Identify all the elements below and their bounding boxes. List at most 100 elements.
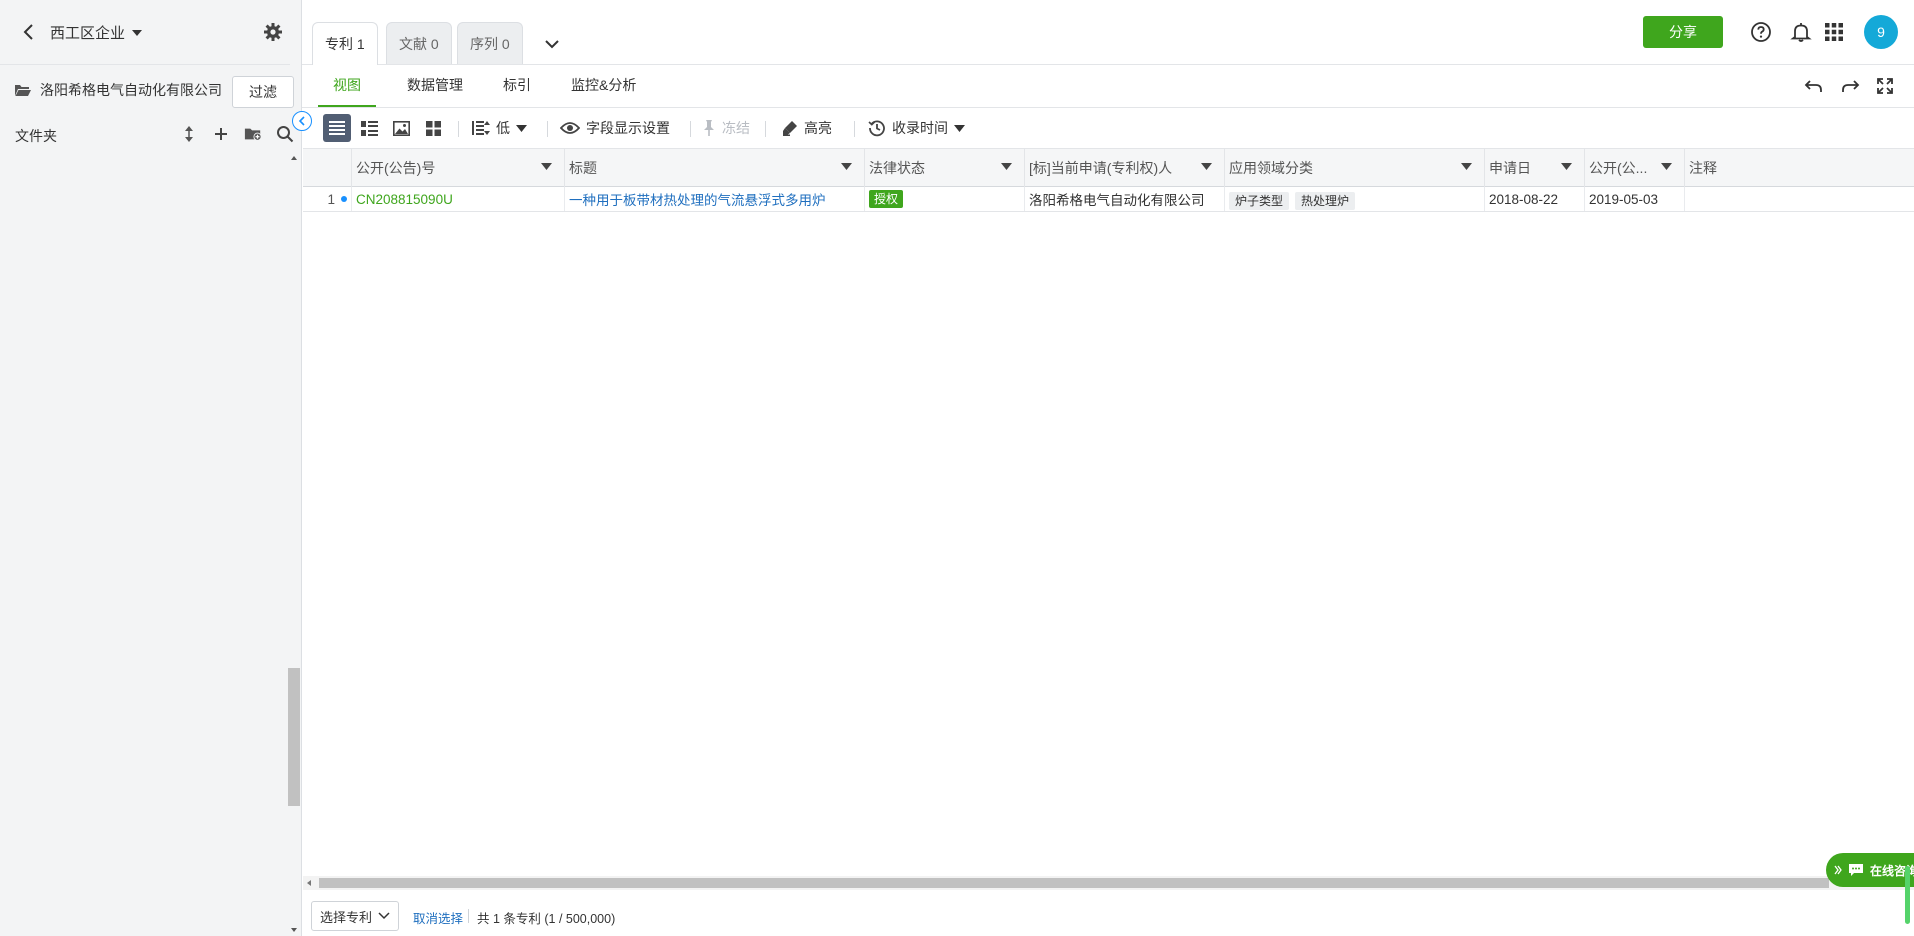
online-consult-button[interactable]: 在线咨询 [1826, 853, 1914, 887]
share-button[interactable]: 分享 [1643, 16, 1723, 48]
horizontal-scroll-thumb[interactable] [319, 878, 1829, 888]
title-link[interactable]: 一种用于板带材热处理的气流悬浮式多用炉 [569, 189, 826, 209]
field-tag: 热处理炉 [1295, 192, 1356, 210]
column-menu-icon[interactable] [1001, 163, 1012, 170]
scroll-left-arrow-icon[interactable] [305, 879, 313, 887]
pin-icon [704, 120, 714, 136]
column-header-notes[interactable]: 注释 [1685, 149, 1914, 187]
publication-date-cell: 2019-05-03 [1585, 187, 1685, 211]
folder-open-icon [14, 83, 32, 97]
density-value: 低 [496, 120, 510, 136]
column-header-applicant[interactable]: [标]当前申请(专利权)人 [1025, 149, 1225, 187]
column-header-title[interactable]: 标题 [565, 149, 865, 187]
list-view-button[interactable] [323, 114, 351, 142]
subnav-view[interactable]: 视图 [318, 65, 376, 107]
new-folder-icon[interactable] [244, 125, 262, 143]
column-menu-icon[interactable] [1201, 163, 1212, 170]
subnav-data-management[interactable]: 数据管理 [407, 65, 463, 105]
tab-sequences[interactable]: 序列 0 [457, 22, 523, 64]
chevron-left-icon [298, 116, 305, 126]
density-icon [472, 121, 490, 135]
caret-down-icon [954, 124, 965, 132]
sort-label: 收录时间 [892, 120, 948, 136]
sidebar-scrollbar[interactable] [286, 150, 300, 936]
field-display-settings[interactable]: 字段显示设置 [560, 108, 670, 148]
card-view-button[interactable] [419, 114, 447, 142]
undo-icon[interactable] [1804, 77, 1824, 95]
chevron-down-icon [378, 912, 390, 920]
apps-grid-icon[interactable] [1823, 21, 1845, 43]
column-menu-icon[interactable] [1461, 163, 1472, 170]
gear-icon[interactable] [263, 22, 283, 42]
workspace-selector[interactable]: 西工区企业 [50, 22, 143, 43]
column-header-application-field[interactable]: 应用领域分类 [1225, 149, 1485, 187]
column-menu-icon[interactable] [841, 163, 852, 170]
history-clock-icon [868, 120, 885, 137]
add-icon[interactable] [212, 125, 230, 143]
sidebar: 西工区企业 洛阳希格电气自动化有限公司 过滤 文件夹 [0, 0, 302, 936]
column-menu-icon[interactable] [1561, 163, 1572, 170]
publication-number-link[interactable]: CN208815090U [356, 192, 453, 207]
company-folder[interactable]: 洛阳希格电气自动化有限公司 [14, 80, 222, 100]
table-row[interactable]: 1 CN208815090U 一种用于板带材热处理的气流悬浮式多用炉 授权 洛阳… [303, 187, 1914, 212]
user-avatar[interactable]: 9 [1864, 15, 1898, 49]
sidebar-scroll-thumb[interactable] [288, 668, 300, 806]
search-icon[interactable] [276, 125, 294, 143]
column-header-publication-date[interactable]: 公开(公... [1585, 149, 1685, 187]
image-icon [392, 120, 410, 136]
row-density-dropdown[interactable]: 低 [472, 108, 527, 148]
application-field-cell: 炉子类型 热处理炉 [1225, 187, 1485, 211]
legal-status-badge: 授权 [869, 190, 904, 208]
freeze-button[interactable]: 冻结 [702, 108, 750, 148]
horizontal-scrollbar[interactable] [303, 876, 1914, 890]
bell-icon[interactable] [1790, 21, 1812, 43]
column-menu-icon[interactable] [1661, 163, 1672, 170]
image-view-button[interactable] [387, 114, 415, 142]
title-cell[interactable]: 一种用于板带材热处理的气流悬浮式多用炉 [565, 187, 865, 211]
select-patents-dropdown[interactable]: 选择专利 [311, 901, 399, 931]
eye-icon [560, 122, 580, 134]
fullscreen-icon[interactable] [1876, 77, 1896, 95]
caret-down-icon [131, 29, 143, 37]
row-number-cell: 1 [303, 187, 352, 211]
notes-cell[interactable] [1685, 187, 1914, 211]
application-date-cell: 2018-08-22 [1485, 187, 1585, 211]
scroll-down-arrow-icon[interactable] [289, 926, 299, 934]
scroll-up-arrow-icon[interactable] [289, 154, 299, 162]
detail-list-icon [360, 120, 378, 136]
sort-dropdown[interactable]: 收录时间 [868, 108, 965, 148]
workspace-name: 西工区企业 [50, 25, 126, 42]
detail-view-button[interactable] [355, 114, 383, 142]
freeze-label: 冻结 [722, 120, 750, 136]
sub-navigation: 视图 数据管理 标引 监控&分析 [302, 65, 1914, 108]
tab-literature[interactable]: 文献 0 [386, 22, 452, 64]
cancel-selection-link[interactable]: 取消选择 [413, 908, 463, 927]
column-header-publication-number[interactable]: 公开(公告)号 [352, 149, 565, 187]
subnav-monitor-analysis[interactable]: 监控&分析 [571, 65, 636, 105]
top-bar: 专利 1 文献 0 序列 0 分享 9 [302, 0, 1914, 65]
subnav-indexing[interactable]: 标引 [503, 65, 531, 105]
column-header-application-date[interactable]: 申请日 [1485, 149, 1585, 187]
column-menu-icon[interactable] [541, 163, 552, 170]
caret-down-icon [516, 124, 527, 132]
tab-patents[interactable]: 专利 1 [312, 22, 378, 65]
help-icon[interactable] [1750, 21, 1772, 43]
table-header: 公开(公告)号 标题 法律状态 [标]当前申请(专利权)人 应用领域分类 申请日… [303, 148, 1914, 187]
column-header-legal-status[interactable]: 法律状态 [865, 149, 1025, 187]
sort-icon[interactable] [180, 125, 198, 143]
chat-side-handle[interactable] [1905, 866, 1910, 924]
header-row-number [303, 149, 352, 187]
publication-number-cell[interactable]: CN208815090U [352, 187, 565, 211]
filter-button[interactable]: 过滤 [232, 76, 294, 108]
company-name: 洛阳希格电气自动化有限公司 [40, 82, 222, 98]
redo-icon[interactable] [1840, 77, 1860, 95]
collapse-sidebar-button[interactable] [292, 111, 312, 131]
chat-bubble-icon [1848, 863, 1864, 877]
highlight-button[interactable]: 高亮 [782, 108, 832, 148]
back-arrow-icon[interactable] [20, 22, 38, 42]
highlighter-icon [783, 121, 797, 136]
chevron-down-icon[interactable] [542, 34, 562, 54]
field-display-label: 字段显示设置 [586, 120, 670, 136]
double-chevron-icon [1834, 865, 1842, 875]
folder-tools [180, 125, 294, 143]
